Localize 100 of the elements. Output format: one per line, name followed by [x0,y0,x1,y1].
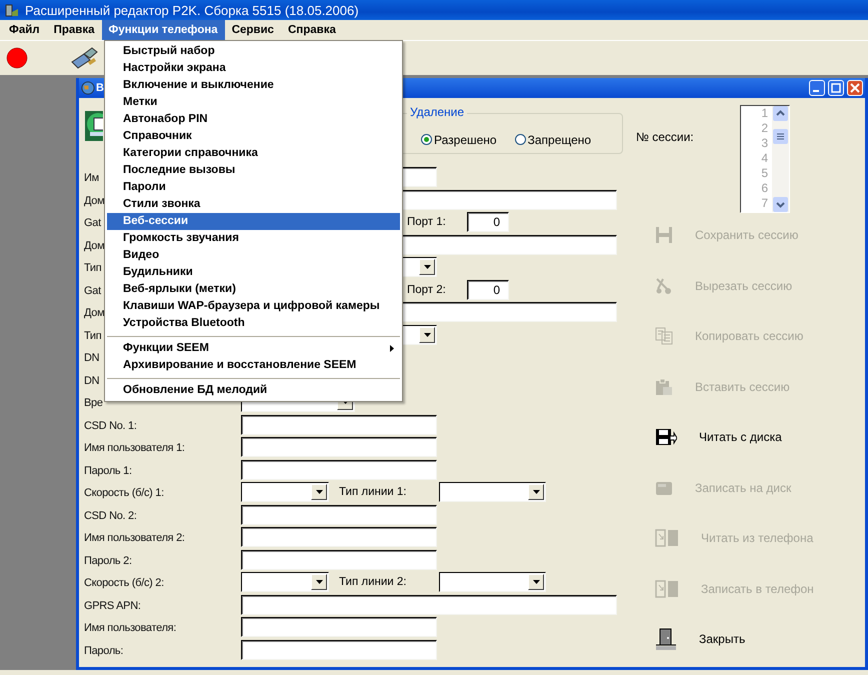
scroll-up-icon[interactable] [773,106,788,121]
caret-icon [532,490,540,494]
group-title: Удаление [407,105,468,119]
dropdown[interactable] [439,482,546,502]
dropdown[interactable] [439,572,546,592]
field-label: Имя пользователя: [84,622,176,634]
menu-item[interactable]: Правка [46,20,102,40]
field-label: CSD No. 2: [84,510,137,522]
field-label: Gat [84,284,101,297]
action-button[interactable]: Читать с диска [630,415,865,459]
globe-icon [81,81,95,95]
field-label: Тип [84,262,102,274]
window-title: Расширенный редактор P2K. Сборка 5515 (18.05.2006) [25,2,359,18]
field-label: Вре [84,397,103,410]
input-field[interactable] [241,527,437,548]
floppy-icon [655,226,673,244]
field-label: Gat [84,217,101,230]
field-label: Тип линии 1: [339,486,408,498]
field-label: Пароль 1: [84,464,132,477]
field-label: Дом [84,194,104,207]
input-field[interactable] [241,414,437,435]
menu-item[interactable]: Веб-ярлыки (метки) [107,281,400,298]
field-label: Скорость (б/с) 1: [84,487,164,500]
action-button[interactable]: Закрыть [630,617,865,661]
menu-item[interactable]: Справка [280,20,343,40]
input-field[interactable] [241,550,437,570]
field-label: Тип [84,330,102,342]
record-icon[interactable] [6,47,28,69]
field-label: Имя пользователя 1: [84,442,185,454]
field-label: Дом [84,240,104,252]
field-label: CSD No. 1: [84,420,137,432]
dropdown[interactable] [241,572,329,592]
field-label: GPRS APN: [84,600,141,612]
close-button[interactable] [847,80,863,96]
field-label: Пароль: [84,644,124,657]
menu-item[interactable]: Автонабор PIN [107,111,400,128]
menu-item[interactable]: Быстрый набор [107,43,400,60]
menu-item[interactable]: Видео [107,247,400,264]
field-label: DN [84,374,100,387]
scrollbar[interactable] [772,106,789,212]
field-label: Тип линии 2: [339,576,408,588]
input-field[interactable] [241,460,437,480]
input-field[interactable] [241,640,437,660]
menu-item[interactable]: Метки [107,94,400,111]
transfer-icon [655,529,679,547]
menu-item[interactable]: Функции телефона [102,20,225,40]
menu-item[interactable]: Функции SEEM [107,340,400,357]
caret-icon [532,580,540,584]
clipboard-icon [655,378,673,396]
field-label: Пароль 2: [84,554,132,567]
close-icon [850,83,860,93]
menu-item[interactable]: Включение и выключение [107,77,400,94]
scroll-thumb[interactable] [773,129,788,144]
input-field[interactable] [241,594,617,615]
caret-icon [316,580,322,584]
field-label: DN [84,352,100,364]
dropdown[interactable] [241,482,329,502]
menu-item[interactable]: Обновление БД мелодий [107,382,400,399]
menu-item[interactable]: Стили звонка [107,196,400,213]
door-icon [655,628,677,650]
menu-item[interactable]: Веб-сессии [107,213,400,230]
menu-item[interactable]: Сервис [224,20,281,40]
menu-item[interactable]: Устройства Bluetooth [107,315,400,332]
field-label: № сессии: [636,130,695,146]
radio-option[interactable]: Запрещено [514,126,592,153]
port-field[interactable]: 0 [467,212,509,232]
scissors-icon [655,276,673,294]
caret-icon [424,332,430,337]
radio-option[interactable]: Разрешено [421,126,497,153]
caret-icon [424,265,430,270]
field-label: Дом [84,307,104,320]
app-icon [4,2,20,18]
menu-item[interactable]: Пароли [107,179,400,196]
window-title: В [96,82,104,94]
field-label: Скорость (б/с) 2: [84,577,164,590]
copy-icon [655,327,673,345]
menu-item[interactable]: Справочник [107,128,400,145]
field-label: Порт 2: [407,284,447,296]
field-label: Им [84,172,99,184]
maximize-button[interactable] [828,80,844,96]
input-field[interactable] [241,617,437,638]
menu-item[interactable]: Файл [2,20,47,40]
floppy-icon [655,428,677,446]
menu-item[interactable]: Настройки экрана [107,60,400,77]
menu-item[interactable]: Клавиши WAP-браузера и цифровой камеры [107,298,400,315]
menu-item[interactable]: Категории справочника [107,145,400,162]
menu-item[interactable]: Будильники [107,264,400,281]
menu-item[interactable]: Архивирование и восстановление SEEM [107,357,400,374]
input-field[interactable] [241,437,437,458]
caret-icon [316,490,322,494]
field-label: Порт 1: [407,216,447,228]
transfer-icon [655,580,679,598]
field-label: Имя пользователя 2: [84,532,185,544]
port-field[interactable]: 0 [467,280,509,300]
minimize-button[interactable] [809,80,825,96]
scroll-down-icon[interactable] [773,197,788,212]
input-field[interactable] [241,504,437,525]
menu-item[interactable]: Громкость звучания [107,230,400,247]
menu-item[interactable]: Последние вызовы [107,162,400,179]
maximize-icon [831,83,841,93]
